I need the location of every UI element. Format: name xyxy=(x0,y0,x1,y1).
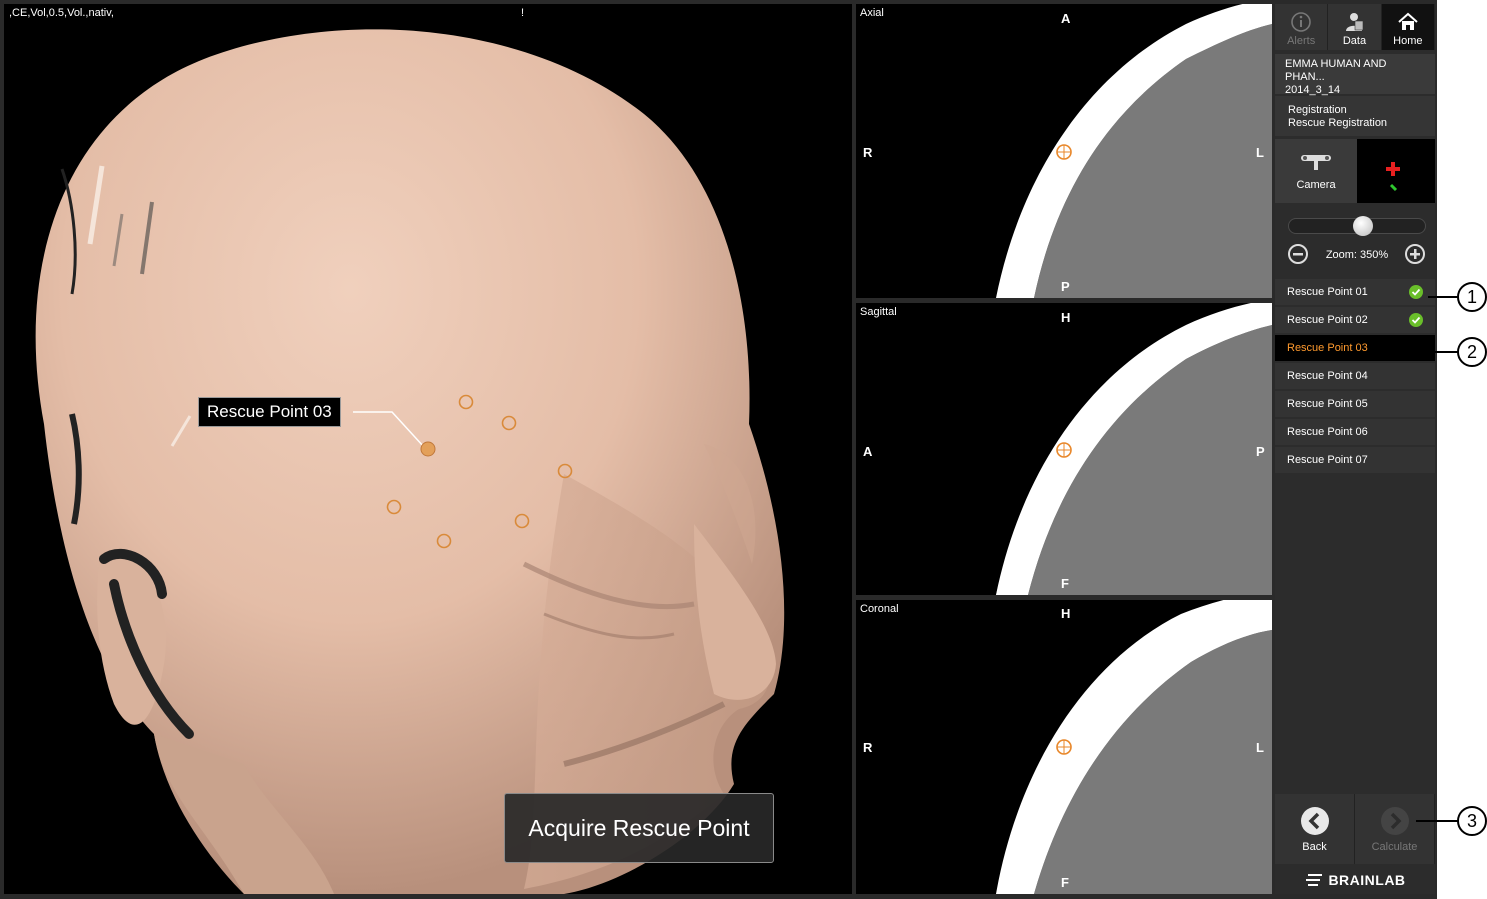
orientation-left: A xyxy=(863,444,873,459)
rescue-point-item[interactable]: Rescue Point 02 xyxy=(1275,307,1435,333)
rescue-point-list: Rescue Point 01 Rescue Point 02 Rescue P… xyxy=(1275,279,1435,473)
callout-line xyxy=(1428,351,1458,353)
rescue-point-label: Rescue Point 04 xyxy=(1287,370,1368,382)
nav-data-label: Data xyxy=(1342,35,1367,47)
zoom-label: Zoom: 350% xyxy=(1325,249,1389,261)
camera-label: Camera xyxy=(1296,179,1336,191)
zoom-control: Zoom: 350% xyxy=(1275,203,1435,279)
alerts-icon xyxy=(1291,12,1311,32)
rescue-point-label: Rescue Point 01 xyxy=(1287,286,1368,298)
callout-line xyxy=(1428,296,1458,298)
zoom-out-icon[interactable] xyxy=(1287,243,1309,265)
camera-icon xyxy=(1301,155,1331,170)
rescue-point-label: Rescue Point 06 xyxy=(1287,426,1368,438)
rescue-point-item[interactable]: Rescue Point 07 xyxy=(1275,447,1435,473)
volume-info-text: ,CE,Vol,0.5,Vol.,nativ, xyxy=(9,7,114,19)
rescue-point-label: Rescue Point 07 xyxy=(1287,454,1368,466)
calculate-label: Calculate xyxy=(1371,840,1418,853)
orientation-left: R xyxy=(863,145,873,160)
bottom-buttons: Back Calculate xyxy=(1275,794,1435,864)
rescue-point-label: Rescue Point 03 xyxy=(1287,342,1368,354)
sagittal-ct-image xyxy=(996,303,1272,595)
nav-home-label: Home xyxy=(1393,35,1423,47)
coronal-view[interactable]: Coronal H F R L xyxy=(856,600,1272,894)
orientation-bottom: P xyxy=(1061,279,1070,294)
rescue-point-item[interactable]: Rescue Point 01 xyxy=(1275,279,1435,305)
tracking-indicator-icon xyxy=(1386,162,1400,192)
back-arrow-icon xyxy=(1300,806,1329,835)
orientation-bottom: F xyxy=(1061,576,1069,591)
orientation-right: L xyxy=(1256,740,1264,755)
3d-view[interactable]: ,CE,Vol,0.5,Vol.,nativ, ! Rescue Point 0… xyxy=(4,4,852,894)
view-title: Coronal xyxy=(860,603,899,615)
nav-alerts-label: Alerts xyxy=(1287,35,1316,47)
forward-arrow-icon xyxy=(1380,806,1409,835)
home-icon xyxy=(1398,12,1418,30)
orientation-right: L xyxy=(1256,145,1264,160)
camera-button[interactable]: Camera xyxy=(1275,139,1357,203)
back-label: Back xyxy=(1302,840,1327,853)
camera-row: Camera xyxy=(1275,139,1435,203)
orientation-top: A xyxy=(1061,11,1071,26)
top-navigation: Alerts Data Home xyxy=(1275,4,1435,50)
view-title: Axial xyxy=(860,7,884,19)
navigation-app: ,CE,Vol,0.5,Vol.,nativ, ! Rescue Point 0… xyxy=(0,0,1437,899)
patient-info[interactable]: EMMA HUMAN AND PHAN... 2014_3_14 xyxy=(1275,54,1435,96)
coronal-ct-image xyxy=(996,600,1272,894)
calculate-button[interactable]: Calculate xyxy=(1355,794,1435,864)
rescue-point-item[interactable]: Rescue Point 05 xyxy=(1275,391,1435,417)
callout-2: 2 xyxy=(1457,337,1487,367)
rescue-point-label: Rescue Point 03 xyxy=(198,397,341,427)
back-button[interactable]: Back xyxy=(1275,794,1355,864)
rescue-point-label: Rescue Point 02 xyxy=(1287,314,1368,326)
acquire-rescue-point-button[interactable]: Acquire Rescue Point xyxy=(504,793,774,863)
rescue-point-item-selected[interactable]: Rescue Point 03 xyxy=(1275,335,1435,361)
patient-name: EMMA HUMAN AND PHAN... xyxy=(1285,58,1387,83)
brand-name: BRAINLAB xyxy=(1328,872,1406,888)
orientation-left: R xyxy=(863,740,873,755)
sagittal-view[interactable]: Sagittal H F A P xyxy=(856,303,1272,595)
zoom-in-icon[interactable] xyxy=(1404,243,1426,265)
callout-1: 1 xyxy=(1457,282,1487,312)
data-icon xyxy=(1346,13,1364,31)
zoom-slider-handle[interactable] xyxy=(1352,216,1373,236)
workflow-substep: Rescue Registration xyxy=(1288,117,1388,129)
camera-tracking-status xyxy=(1357,139,1435,203)
3d-head-model xyxy=(35,29,785,894)
orientation-top: H xyxy=(1061,606,1071,621)
view-title: Sagittal xyxy=(860,306,897,318)
orientation-top: H xyxy=(1061,310,1071,325)
volume-info-marker: ! xyxy=(521,7,525,19)
nav-data-button[interactable]: Data xyxy=(1328,4,1382,50)
axial-ct-image xyxy=(996,4,1272,298)
callout-line xyxy=(1416,820,1458,822)
workflow-info: Registration Rescue Registration xyxy=(1275,96,1435,136)
brand-logo: BRAINLAB xyxy=(1275,866,1435,894)
rescue-point-item[interactable]: Rescue Point 06 xyxy=(1275,419,1435,445)
rescue-point-label: Rescue Point 05 xyxy=(1287,398,1368,410)
orientation-bottom: F xyxy=(1061,875,1069,890)
axial-view[interactable]: Axial A P R L xyxy=(856,4,1272,298)
workflow-step: Registration xyxy=(1288,104,1347,116)
brainlab-logo-icon xyxy=(1306,874,1323,886)
orientation-right: P xyxy=(1256,444,1265,459)
nav-home-button[interactable]: Home xyxy=(1381,4,1435,50)
rescue-point-item[interactable]: Rescue Point 04 xyxy=(1275,363,1435,389)
check-icon xyxy=(1409,313,1423,327)
check-icon xyxy=(1409,285,1423,299)
nav-alerts-button[interactable]: Alerts xyxy=(1275,4,1329,50)
sidebar: Alerts Data Home EMMA HUMAN AND PHAN... xyxy=(1275,4,1435,894)
callout-3: 3 xyxy=(1457,806,1487,836)
